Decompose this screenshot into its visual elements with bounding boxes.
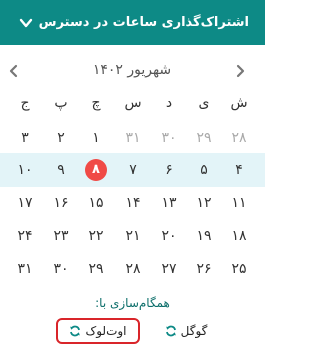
- sync-label: همگام‌سازی با:: [95, 296, 170, 310]
- week-row: ۲۵ ۲۶ ۲۷ ۲۸ ۲۹ ۳۰ ۳۱: [0, 252, 265, 286]
- weekday-header-row: شیدسچپج: [0, 86, 265, 120]
- day-cell[interactable]: ۳۱: [118, 125, 148, 151]
- day-cell[interactable]: ۳۰: [154, 125, 184, 151]
- week-row: ۱۸ ۱۹ ۲۰ ۲۱ ۲۲ ۲۳ ۲۴: [0, 219, 265, 253]
- google-sync-button[interactable]: گوگل: [156, 318, 216, 344]
- today-day-cell[interactable]: ۸: [81, 157, 111, 183]
- day-cell[interactable]: ۲۰: [154, 223, 184, 249]
- refresh-icon: [70, 325, 81, 337]
- day-cell[interactable]: ۲۸: [118, 256, 148, 282]
- today-marker: ۸: [85, 159, 107, 181]
- day-cell[interactable]: ۲۱: [118, 223, 148, 249]
- day-cell[interactable]: ۲۲: [81, 223, 111, 249]
- day-cell[interactable]: ۹: [46, 157, 76, 183]
- chevron-right-icon[interactable]: [233, 63, 247, 79]
- weekday-label: ج: [20, 95, 30, 111]
- weekday-label: پ: [54, 95, 68, 111]
- refresh-icon: [165, 325, 176, 337]
- day-cell[interactable]: ۱۹: [189, 223, 219, 249]
- outlook-sync-button[interactable]: اوت‌لوک: [56, 318, 140, 344]
- weekday-label: ش: [230, 95, 248, 111]
- month-navigation: شهریور ۱۴۰۲: [0, 58, 265, 84]
- day-cell[interactable]: ۱: [81, 125, 111, 151]
- header-bar: اشتراک‌گذاری ساعات در دسترس: [0, 0, 265, 45]
- day-cell[interactable]: ۷: [118, 157, 148, 183]
- day-cell[interactable]: ۱۰: [10, 157, 40, 183]
- day-cell[interactable]: ۱۵: [81, 190, 111, 216]
- day-cell[interactable]: ۱۶: [46, 190, 76, 216]
- day-cell[interactable]: ۵: [189, 157, 219, 183]
- day-cell[interactable]: ۲۷: [154, 256, 184, 282]
- outlook-sync-label: اوت‌لوک: [85, 324, 127, 338]
- day-cell[interactable]: ۲۶: [189, 256, 219, 282]
- week-row: ۴ ۵ ۶ ۷ ۸ ۹ ۱۰: [0, 153, 265, 187]
- weekday-label: د: [165, 95, 173, 111]
- day-cell[interactable]: ۲: [46, 125, 76, 151]
- day-cell[interactable]: ۳۰: [46, 256, 76, 282]
- day-cell[interactable]: ۴: [224, 157, 254, 183]
- week-row: ۲۸ ۲۹ ۳۰ ۳۱ ۱ ۲ ۳: [0, 121, 265, 155]
- day-cell[interactable]: ۶: [154, 157, 184, 183]
- weekday-label: ی: [198, 95, 210, 111]
- day-cell[interactable]: ۱۳: [154, 190, 184, 216]
- day-cell[interactable]: ۱۱: [224, 190, 254, 216]
- chevron-left-icon[interactable]: [7, 63, 21, 79]
- day-cell[interactable]: ۱۴: [118, 190, 148, 216]
- google-sync-label: گوگل: [180, 324, 208, 338]
- weekday-label: س: [124, 95, 142, 111]
- week-row: ۱۱ ۱۲ ۱۳ ۱۴ ۱۵ ۱۶ ۱۷: [0, 186, 265, 220]
- month-label: شهریور ۱۴۰۲: [92, 62, 172, 78]
- chevron-down-icon[interactable]: [18, 15, 34, 31]
- weekday-label: چ: [91, 95, 101, 111]
- day-cell[interactable]: ۳: [10, 125, 40, 151]
- day-cell[interactable]: ۲۴: [10, 223, 40, 249]
- header-title: اشتراک‌گذاری ساعات در دسترس: [38, 15, 249, 30]
- day-cell[interactable]: ۲۹: [189, 125, 219, 151]
- day-cell[interactable]: ۱۲: [189, 190, 219, 216]
- day-cell[interactable]: ۱۸: [224, 223, 254, 249]
- day-cell[interactable]: ۲۳: [46, 223, 76, 249]
- day-cell[interactable]: ۲۸: [224, 125, 254, 151]
- day-cell[interactable]: ۲۵: [224, 256, 254, 282]
- day-cell[interactable]: ۲۹: [81, 256, 111, 282]
- day-cell[interactable]: ۳۱: [10, 256, 40, 282]
- day-cell[interactable]: ۱۷: [10, 190, 40, 216]
